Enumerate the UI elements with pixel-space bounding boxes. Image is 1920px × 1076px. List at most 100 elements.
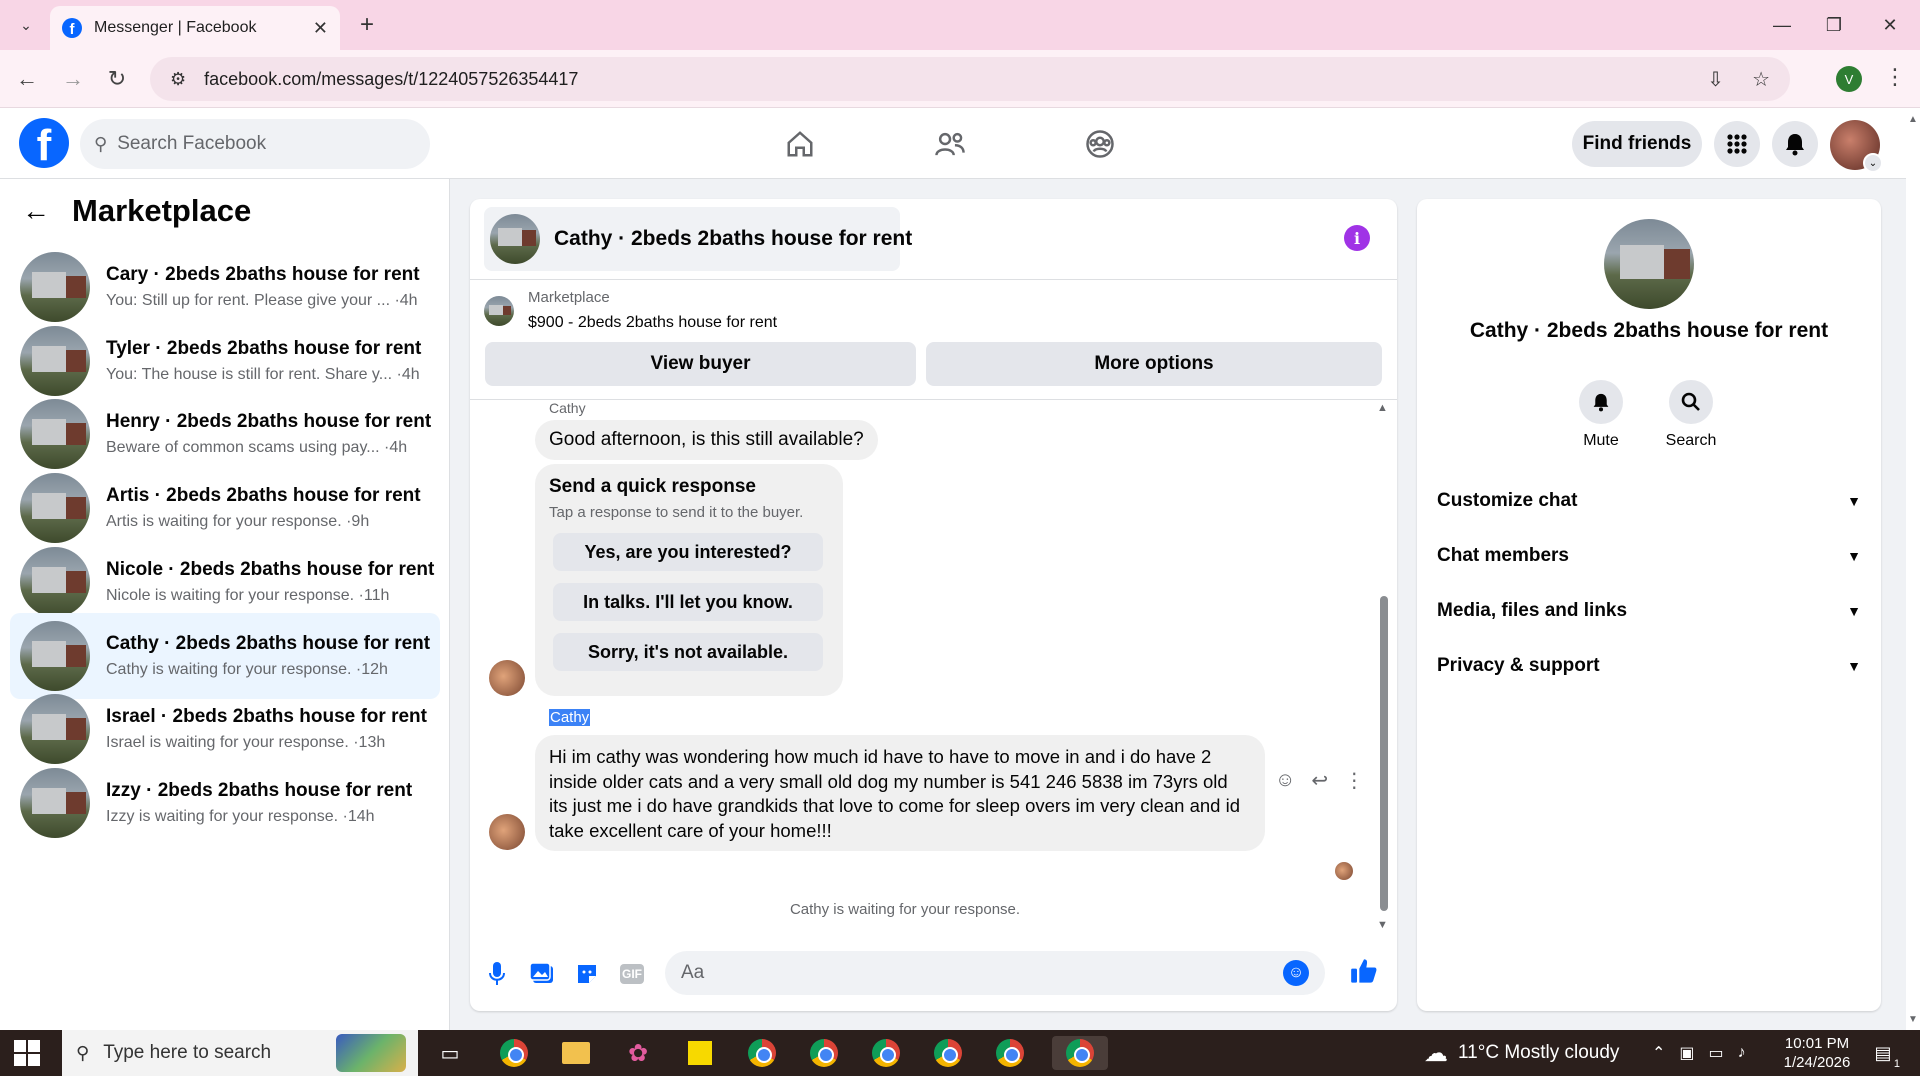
chrome-taskbar-icon[interactable] (866, 1036, 906, 1070)
forward-arrow-icon[interactable]: → (56, 62, 90, 96)
message-input[interactable] (681, 962, 1283, 984)
search-icon: ⚲ (76, 1042, 90, 1063)
message-list: Cathy Good afternoon, is this still avai… (470, 400, 1397, 935)
scroll-up-arrow-icon[interactable]: ▲ (1377, 402, 1388, 414)
chrome-taskbar-icon[interactable] (928, 1036, 968, 1070)
browser-tab[interactable]: f Messenger | Facebook ✕ (50, 6, 340, 50)
search-in-chat-button[interactable]: Search (1651, 380, 1731, 450)
notification-count: 1 (1893, 1058, 1900, 1070)
close-window-icon[interactable]: ✕ (1870, 10, 1910, 40)
view-buyer-button[interactable]: View buyer (485, 342, 916, 386)
conversation-item[interactable]: Izzy · 2beds 2baths house for rent Izzy i… (10, 760, 440, 846)
chrome-taskbar-icon[interactable] (1052, 1036, 1108, 1070)
sidebar-title: Marketplace (72, 193, 252, 228)
cloud-icon: ☁ (1424, 1039, 1448, 1067)
back-arrow-icon[interactable]: ← (10, 62, 44, 96)
privacy-support-row[interactable]: Privacy & support ▼ (1437, 644, 1867, 688)
chat-listing-thumbnail (490, 214, 540, 264)
chrome-taskbar-icon[interactable] (494, 1036, 534, 1070)
sticky-notes-icon[interactable] (680, 1036, 720, 1070)
weather-widget[interactable]: ☁ 11°C Mostly cloudy (1424, 1030, 1619, 1076)
listing-photo[interactable] (1604, 219, 1694, 309)
chevron-down-icon[interactable]: ⌄ (1863, 153, 1883, 173)
site-settings-icon[interactable]: ⚙ (170, 69, 186, 90)
url-text[interactable]: facebook.com/messages/t/1224057526354417 (204, 69, 1679, 90)
notification-center-icon[interactable]: ▤ 1 (1868, 1040, 1900, 1070)
paint-icon[interactable]: ✿ (618, 1036, 658, 1070)
customize-chat-row[interactable]: Customize chat ▼ (1437, 479, 1867, 523)
more-actions-icon[interactable]: ⋮ (1344, 768, 1364, 793)
back-arrow-icon[interactable]: ← (22, 195, 50, 227)
find-friends-button[interactable]: Find friends (1572, 121, 1702, 167)
facebook-search[interactable]: ⚲ (80, 119, 430, 169)
conversation-name: Israel · 2beds 2baths house for rent (106, 706, 427, 728)
scroll-down-arrow-icon[interactable]: ▼ (1908, 1014, 1918, 1025)
chrome-taskbar-icon[interactable] (742, 1036, 782, 1070)
browser-toolbar: ← → ↻ ⚙ facebook.com/messages/t/12240575… (0, 50, 1920, 108)
conversation-preview: Izzy is waiting for your response. ·14h (106, 807, 375, 825)
network-icon[interactable]: ▭ (1709, 1043, 1724, 1063)
home-nav-icon[interactable] (745, 118, 855, 170)
browser-profile-avatar[interactable]: V (1836, 66, 1862, 92)
quick-response-option[interactable]: Sorry, it's not available. (553, 633, 823, 671)
quick-response-option[interactable]: In talks. I'll let you know. (553, 583, 823, 621)
bookmark-star-icon[interactable]: ☆ (1752, 67, 1770, 92)
quick-response-option[interactable]: Yes, are you interested? (553, 533, 823, 571)
chevron-up-icon[interactable]: ⌃ (1652, 1043, 1665, 1063)
chat-header[interactable]: Cathy · 2beds 2baths house for rent (484, 207, 912, 271)
file-explorer-icon[interactable] (556, 1036, 596, 1070)
facebook-search-input[interactable] (117, 133, 398, 155)
chrome-taskbar-icon[interactable] (804, 1036, 844, 1070)
minimize-icon[interactable]: — (1762, 10, 1802, 40)
sender-avatar[interactable] (489, 814, 525, 850)
message-input-field[interactable]: ☺ (665, 951, 1325, 995)
sender-avatar[interactable] (489, 660, 525, 696)
mute-button[interactable]: Mute (1561, 380, 1641, 450)
facebook-logo-icon[interactable]: f (19, 118, 69, 168)
groups-nav-icon[interactable] (1045, 118, 1155, 170)
reload-icon[interactable]: ↻ (100, 62, 134, 96)
address-bar[interactable]: ⚙ facebook.com/messages/t/12240575263544… (150, 57, 1790, 101)
taskbar-clock[interactable]: 10:01 PM 1/24/2026 (1776, 1034, 1858, 1072)
taskbar-search[interactable]: ⚲ Type here to search (62, 1030, 418, 1076)
listing-summary[interactable]: Marketplace $900 - 2beds 2baths house fo… (484, 289, 777, 332)
chevron-down-icon: ▼ (1847, 493, 1861, 509)
chat-members-row[interactable]: Chat members ▼ (1437, 534, 1867, 578)
info-icon[interactable]: i (1344, 225, 1370, 251)
more-options-button[interactable]: More options (926, 342, 1382, 386)
install-app-icon[interactable]: ⇩ (1707, 67, 1724, 92)
conversation-thumbnail (20, 694, 90, 765)
microphone-icon[interactable] (482, 959, 512, 989)
thumbs-up-icon[interactable] (1350, 957, 1378, 992)
tab-search-chevron-icon[interactable]: ⌄ (10, 10, 42, 40)
task-view-icon[interactable]: ▭ (430, 1036, 470, 1070)
windows-start-icon[interactable] (14, 1040, 40, 1066)
chrome-taskbar-icon[interactable] (990, 1036, 1030, 1070)
message-bubble[interactable]: Hi im cathy was wondering how much id ha… (535, 735, 1265, 851)
new-tab-plus-icon[interactable]: + (352, 10, 382, 40)
account-avatar[interactable]: ⌄ (1830, 120, 1883, 173)
photo-icon[interactable] (527, 959, 557, 989)
listing-thumbnail (484, 295, 514, 326)
restore-icon[interactable]: ❐ (1814, 10, 1854, 40)
mute-label: Mute (1583, 432, 1619, 449)
react-emoji-icon[interactable]: ☺ (1275, 769, 1295, 792)
reply-icon[interactable]: ↩ (1311, 768, 1328, 793)
page-scrollbar[interactable]: ▲ ▼ (1906, 108, 1920, 1030)
tab-close-icon[interactable]: ✕ (313, 18, 328, 39)
sticker-icon[interactable] (572, 959, 602, 989)
media-files-links-row[interactable]: Media, files and links ▼ (1437, 589, 1867, 633)
browser-menu-icon[interactable]: ⋮ (1884, 64, 1906, 90)
scroll-up-arrow-icon[interactable]: ▲ (1908, 114, 1918, 125)
gif-icon[interactable]: GIF (620, 964, 644, 984)
menu-grid-icon[interactable] (1714, 121, 1760, 167)
scroll-down-arrow-icon[interactable]: ▼ (1377, 919, 1388, 931)
emoji-icon[interactable]: ☺ (1283, 960, 1309, 986)
message-bubble[interactable]: Good afternoon, is this still available? (535, 420, 878, 460)
volume-icon[interactable]: ♪ (1738, 1044, 1746, 1062)
device-icon[interactable]: ▣ (1679, 1043, 1694, 1063)
scrollbar-thumb[interactable] (1380, 596, 1388, 911)
friends-nav-icon[interactable] (895, 118, 1005, 170)
notifications-bell-icon[interactable] (1772, 121, 1818, 167)
conversation-item[interactable]: Nicole · 2beds 2baths house for rent Nico… (10, 539, 440, 625)
